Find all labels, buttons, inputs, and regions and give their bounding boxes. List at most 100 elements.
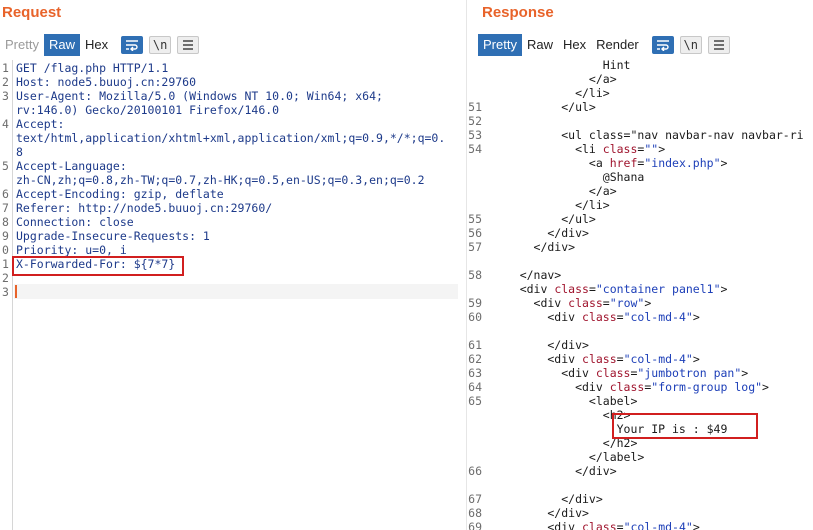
response-line: </li> bbox=[462, 86, 813, 100]
response-line-text: </div> bbox=[492, 492, 603, 506]
request-line-text: 8 bbox=[16, 145, 23, 159]
request-line-text: Upgrade-Insecure-Requests: 1 bbox=[16, 229, 210, 243]
response-line: 60 <div class="col-md-4"> bbox=[462, 310, 813, 324]
response-line: 61 </div> bbox=[462, 338, 813, 352]
line-number: 57 bbox=[468, 240, 482, 254]
request-toolbar: Pretty Raw Hex \n bbox=[0, 34, 200, 56]
request-line: 8 Connection: close bbox=[2, 215, 458, 229]
request-tab-raw[interactable]: Raw bbox=[43, 34, 80, 56]
response-line: 51 </ul> bbox=[462, 100, 813, 114]
response-line-text: <li class=""> bbox=[492, 142, 666, 156]
response-line: </li> bbox=[462, 198, 813, 212]
line-number: 59 bbox=[468, 296, 482, 310]
line-number: 3 bbox=[2, 285, 9, 299]
request-line: 1 GET /flag.php HTTP/1.1 bbox=[2, 61, 458, 75]
line-number: 54 bbox=[468, 142, 482, 156]
response-line: Hint bbox=[462, 58, 813, 72]
line-number: 64 bbox=[468, 380, 482, 394]
menu-icon[interactable] bbox=[177, 36, 200, 54]
line-number: 58 bbox=[468, 268, 482, 282]
response-line-text: </div> bbox=[492, 338, 589, 352]
request-line-text: Accept-Language: bbox=[16, 159, 127, 173]
request-line-text: rv:146.0) Gecko/20100101 Firefox/146.0 bbox=[16, 103, 280, 117]
wrap-lines-icon[interactable] bbox=[651, 36, 674, 54]
text-cursor bbox=[15, 285, 17, 298]
request-line-text: User-Agent: Mozilla/5.0 (Windows NT 10.0… bbox=[16, 89, 383, 103]
response-tab-render[interactable]: Render bbox=[591, 34, 644, 56]
request-line: 6 Accept-Encoding: gzip, deflate bbox=[2, 187, 458, 201]
request-line: 4 Accept: bbox=[2, 117, 458, 131]
request-tab-hex[interactable]: Hex bbox=[80, 34, 113, 56]
response-line-text: <div class="col-md-4"> bbox=[492, 520, 700, 530]
wrap-lines-icon[interactable] bbox=[121, 36, 144, 54]
request-line: zh-CN,zh;q=0.8,zh-TW;q=0.7,zh-HK;q=0.5,e… bbox=[2, 173, 458, 187]
line-number: 1 bbox=[2, 61, 9, 75]
ip-highlight-box bbox=[612, 413, 758, 439]
newline-toggle-icon[interactable]: \n bbox=[679, 36, 702, 54]
line-number: 9 bbox=[2, 229, 9, 243]
response-line-text: </div> bbox=[492, 226, 589, 240]
request-editor[interactable]: 1 GET /flag.php HTTP/1.1 2 Host: node5.buuo… bbox=[2, 60, 458, 530]
line-number: 7 bbox=[2, 201, 9, 215]
line-number: 53 bbox=[468, 128, 482, 142]
newline-toggle-icon[interactable]: \n bbox=[149, 36, 172, 54]
response-line: 54 <li class=""> bbox=[462, 142, 813, 156]
line-number: 67 bbox=[468, 492, 482, 506]
request-line-text: text/html,application/xhtml+xml,applicat… bbox=[16, 131, 446, 145]
line-number: 68 bbox=[468, 506, 482, 520]
response-line-text: <ul class="nav navbar-nav navbar-ri bbox=[492, 128, 804, 142]
request-line: 3 User-Agent: Mozilla/5.0 (Windows NT 10.… bbox=[2, 89, 458, 103]
response-line: 65 <label> bbox=[462, 394, 813, 408]
response-line: <div class="container panel1"> bbox=[462, 282, 813, 296]
request-line-text: Referer: http://node5.buuoj.cn:29760/ bbox=[16, 201, 273, 215]
response-line-text: <label> bbox=[492, 394, 638, 408]
line-number: 69 bbox=[468, 520, 482, 530]
request-line: 5 Accept-Language: bbox=[2, 159, 458, 173]
response-line-text: </li> bbox=[492, 198, 610, 212]
response-line-text: <div class="row"> bbox=[492, 296, 652, 310]
response-line-text: <div class="col-md-4"> bbox=[492, 310, 700, 324]
response-line bbox=[462, 478, 813, 492]
xff-highlight-box bbox=[12, 256, 184, 276]
response-tab-raw[interactable]: Raw bbox=[522, 34, 558, 56]
response-line: 55 </ul> bbox=[462, 212, 813, 226]
response-line: <a href="index.php"> bbox=[462, 156, 813, 170]
response-line: 64 <div class="form-group log"> bbox=[462, 380, 813, 394]
response-line-text: </label> bbox=[492, 450, 645, 464]
response-line-text: </ul> bbox=[492, 100, 596, 114]
response-line: </a> bbox=[462, 72, 813, 86]
request-tab-pretty[interactable]: Pretty bbox=[0, 34, 44, 56]
response-title: Response bbox=[482, 4, 554, 21]
request-line: 2 Host: node5.buuoj.cn:29760 bbox=[2, 75, 458, 89]
response-line: 69 <div class="col-md-4"> bbox=[462, 520, 813, 530]
request-line: text/html,application/xhtml+xml,applicat… bbox=[2, 131, 458, 145]
menu-icon[interactable] bbox=[707, 36, 730, 54]
request-line-text: Accept-Encoding: gzip, deflate bbox=[16, 187, 224, 201]
response-line-text: <div class="form-group log"> bbox=[492, 380, 769, 394]
request-line: 7 Referer: http://node5.buuoj.cn:29760/ bbox=[2, 201, 458, 215]
response-tab-hex[interactable]: Hex bbox=[558, 34, 591, 56]
line-number: 2 bbox=[2, 75, 9, 89]
request-line-text: Host: node5.buuoj.cn:29760 bbox=[16, 75, 197, 89]
line-number: 6 bbox=[2, 187, 9, 201]
line-number: 8 bbox=[2, 215, 9, 229]
response-line: @Shana bbox=[462, 170, 813, 184]
response-line-text: </div> bbox=[492, 506, 589, 520]
line-number: 3 bbox=[2, 89, 9, 103]
request-scroll bbox=[458, 285, 461, 299]
response-line-text: <h2> bbox=[492, 408, 631, 422]
response-line-text: </li> bbox=[492, 86, 610, 100]
response-editor[interactable]: Hint </a> </li> 51 </ul> 52 53 <ul class="n… bbox=[462, 56, 813, 530]
response-line bbox=[462, 254, 813, 268]
response-line-text: Hint bbox=[492, 58, 631, 72]
response-line-text: </a> bbox=[492, 184, 617, 198]
response-tab-pretty[interactable]: Pretty bbox=[478, 34, 522, 56]
response-line-text: @Shana bbox=[492, 170, 645, 184]
response-line: </a> bbox=[462, 184, 813, 198]
response-line-text: <a href="index.php"> bbox=[492, 156, 728, 170]
response-line: 63 <div class="jumbotron pan"> bbox=[462, 366, 813, 380]
response-line-text: </div> bbox=[492, 464, 617, 478]
response-line: 67 </div> bbox=[462, 492, 813, 506]
line-number: 62 bbox=[468, 352, 482, 366]
line-number: 61 bbox=[468, 338, 482, 352]
